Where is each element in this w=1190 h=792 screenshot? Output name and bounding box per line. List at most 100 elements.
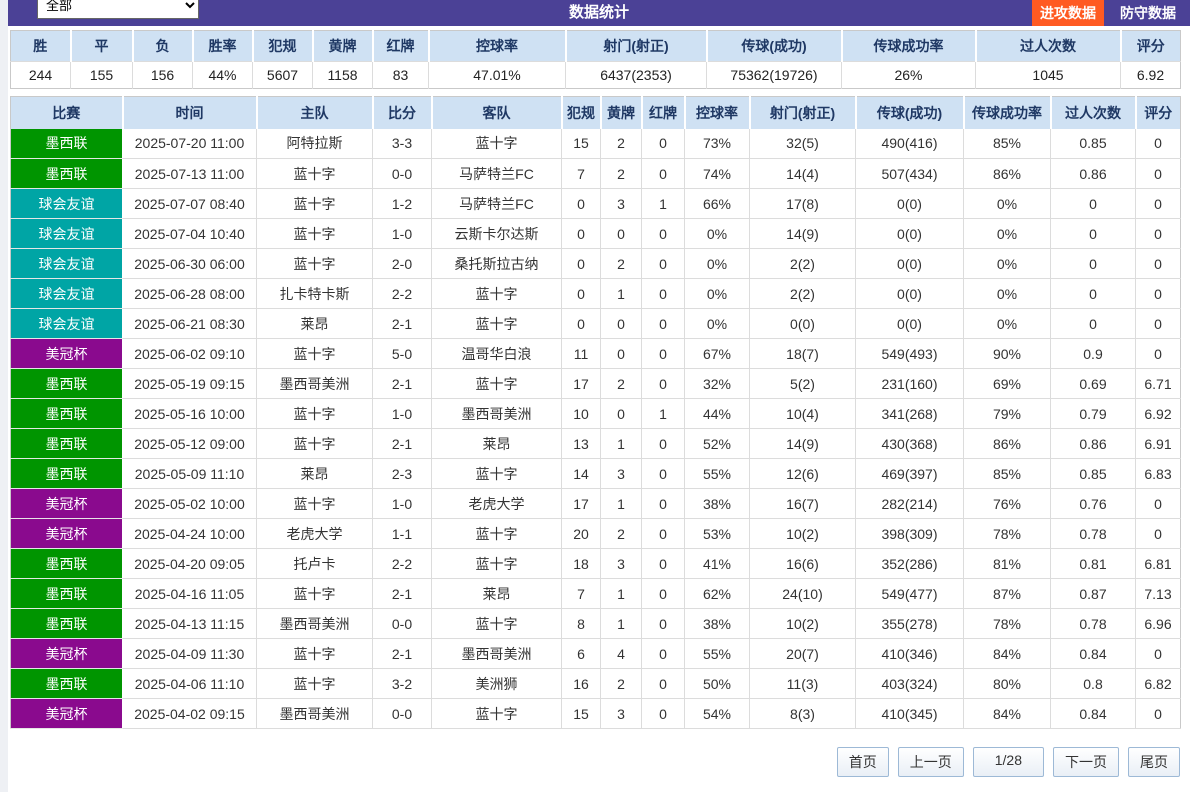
match-row: 墨西联 2025-07-13 11:00 蓝十字 0-0 马萨特兰FC 7 2 0 74% 14(… bbox=[10, 158, 1181, 189]
league-badge: 墨西联 bbox=[10, 398, 123, 429]
match-cell: 0 bbox=[641, 218, 685, 249]
match-header-red-cards: 红牌 bbox=[641, 96, 686, 129]
match-cell: 10(2) bbox=[749, 608, 856, 639]
match-cell: 74% bbox=[684, 158, 750, 189]
match-cell: 0% bbox=[963, 308, 1051, 339]
match-cell: 0 bbox=[1135, 278, 1181, 309]
last-page-button[interactable]: 尾页 bbox=[1128, 747, 1180, 777]
match-cell: 16(7) bbox=[749, 488, 856, 519]
summary-pass-rate: 26% bbox=[841, 61, 976, 89]
match-row: 美冠杯 2025-06-02 09:10 蓝十字 5-0 温哥华白浪 11 0 0 67% 18(… bbox=[10, 338, 1181, 369]
match-cell: 0.85 bbox=[1050, 128, 1136, 159]
match-cell: 53% bbox=[684, 518, 750, 549]
league-badge: 球会友谊 bbox=[10, 218, 123, 249]
match-cell: 2-1 bbox=[372, 428, 432, 459]
match-cell: 0 bbox=[561, 278, 601, 309]
match-cell: 10(2) bbox=[749, 518, 856, 549]
match-cell: 温哥华白浪 bbox=[431, 338, 562, 369]
match-row: 球会友谊 2025-07-04 10:40 蓝十字 1-0 云斯卡尔达斯 0 0 0 0% 14(… bbox=[10, 218, 1181, 249]
match-cell: 355(278) bbox=[855, 608, 964, 639]
league-badge: 墨西联 bbox=[10, 608, 123, 639]
match-cell: 0 bbox=[1050, 188, 1136, 219]
match-cell: 蓝十字 bbox=[256, 248, 373, 279]
match-cell: 0.76 bbox=[1050, 488, 1136, 519]
match-cell: 2025-07-07 08:40 bbox=[122, 188, 257, 219]
match-cell: 0 bbox=[561, 308, 601, 339]
summary-header-passes: 传球(成功) bbox=[706, 30, 843, 62]
match-cell: 0 bbox=[1135, 518, 1181, 549]
summary-wins: 244 bbox=[10, 61, 71, 89]
match-cell: 0-0 bbox=[372, 608, 432, 639]
summary-header-pass-rate: 传球成功率 bbox=[841, 30, 977, 62]
match-cell: 87% bbox=[963, 578, 1051, 609]
match-cell: 0(0) bbox=[855, 278, 964, 309]
summary-header-shots: 射门(射正) bbox=[565, 30, 708, 62]
match-cell: 0% bbox=[684, 248, 750, 279]
match-cell: 0.86 bbox=[1050, 428, 1136, 459]
match-cell: 蓝十字 bbox=[431, 698, 562, 729]
match-cell: 78% bbox=[963, 518, 1051, 549]
league-badge: 墨西联 bbox=[10, 428, 123, 459]
match-header-fouls: 犯规 bbox=[561, 96, 602, 129]
page-left-margin bbox=[0, 0, 8, 792]
match-cell: 341(268) bbox=[855, 398, 964, 429]
match-cell: 蓝十字 bbox=[256, 398, 373, 429]
match-cell: 1-2 bbox=[372, 188, 432, 219]
prev-page-button[interactable]: 上一页 bbox=[897, 747, 964, 777]
match-cell: 15 bbox=[561, 698, 601, 729]
match-cell: 50% bbox=[684, 668, 750, 699]
league-badge: 美冠杯 bbox=[10, 518, 123, 549]
match-cell: 2025-04-24 10:00 bbox=[122, 518, 257, 549]
match-row: 墨西联 2025-05-19 09:15 墨西哥美洲 2-1 蓝十字 17 2 0 32% 5(2… bbox=[10, 368, 1181, 399]
match-cell: 0 bbox=[641, 368, 685, 399]
match-cell: 0.8 bbox=[1050, 668, 1136, 699]
attack-data-button[interactable]: 进攻数据 bbox=[1032, 0, 1104, 26]
match-header-pass-rate: 传球成功率 bbox=[963, 96, 1052, 129]
match-cell: 2-0 bbox=[372, 248, 432, 279]
match-cell: 2025-04-02 09:15 bbox=[122, 698, 257, 729]
match-row: 墨西联 2025-04-16 11:05 蓝十字 2-1 莱昂 7 1 0 62% 24(10) 5… bbox=[10, 578, 1181, 609]
next-page-button[interactable]: 下一页 bbox=[1053, 747, 1119, 777]
match-cell: 2 bbox=[600, 668, 642, 699]
match-cell: 1 bbox=[600, 578, 642, 609]
defense-data-button[interactable]: 防守数据 bbox=[1114, 0, 1182, 26]
summary-header-losses: 负 bbox=[132, 30, 194, 62]
league-filter-select[interactable]: 全部 bbox=[37, 0, 199, 19]
match-cell: 墨西哥美洲 bbox=[431, 638, 562, 669]
match-cell: 14(9) bbox=[749, 428, 856, 459]
match-cell: 云斯卡尔达斯 bbox=[431, 218, 562, 249]
match-cell: 1 bbox=[600, 488, 642, 519]
match-header-dribbles: 过人次数 bbox=[1050, 96, 1137, 129]
summary-header-rating: 评分 bbox=[1120, 30, 1181, 62]
match-cell: 0 bbox=[1135, 308, 1181, 339]
match-row: 球会友谊 2025-06-28 08:00 扎卡特卡斯 2-2 蓝十字 0 1 0 0% 2(2)… bbox=[10, 278, 1181, 309]
summary-winrate: 44% bbox=[192, 61, 253, 89]
match-cell: 0 bbox=[1135, 218, 1181, 249]
league-badge: 球会友谊 bbox=[10, 188, 123, 219]
match-cell: 0-0 bbox=[372, 158, 432, 189]
match-cell: 2025-07-13 11:00 bbox=[122, 158, 257, 189]
summary-header-red-cards: 红牌 bbox=[372, 30, 430, 62]
summary-values-row: 244 155 156 44% 5607 1158 83 47.01% 6437… bbox=[10, 61, 1181, 89]
first-page-button[interactable]: 首页 bbox=[836, 747, 889, 777]
match-cell: 蓝十字 bbox=[256, 488, 373, 519]
match-cell: 0.85 bbox=[1050, 458, 1136, 489]
match-cell: 79% bbox=[963, 398, 1051, 429]
topbar-buttons: 进攻数据 防守数据 bbox=[1032, 0, 1182, 26]
match-cell: 2025-04-16 11:05 bbox=[122, 578, 257, 609]
match-row: 墨西联 2025-07-20 11:00 阿特拉斯 3-3 蓝十字 15 2 0 73% 32(5… bbox=[10, 128, 1181, 159]
match-cell: 7 bbox=[561, 158, 601, 189]
match-cell: 3-2 bbox=[372, 668, 432, 699]
match-cell: 55% bbox=[684, 638, 750, 669]
match-cell: 13 bbox=[561, 428, 601, 459]
page-indicator: 1/28 bbox=[972, 747, 1044, 777]
match-cell: 墨西哥美洲 bbox=[256, 368, 373, 399]
match-cell: 44% bbox=[684, 398, 750, 429]
match-row: 墨西联 2025-05-16 10:00 蓝十字 1-0 墨西哥美洲 10 0 1 44% 10(… bbox=[10, 398, 1181, 429]
match-cell: 2 bbox=[600, 368, 642, 399]
summary-header-yellow-cards: 黄牌 bbox=[312, 30, 374, 62]
match-cell: 0 bbox=[641, 458, 685, 489]
match-cell: 0% bbox=[963, 248, 1051, 279]
match-cell: 18 bbox=[561, 548, 601, 579]
match-row: 球会友谊 2025-07-07 08:40 蓝十字 1-2 马萨特兰FC 0 3 1 66% 17… bbox=[10, 188, 1181, 219]
